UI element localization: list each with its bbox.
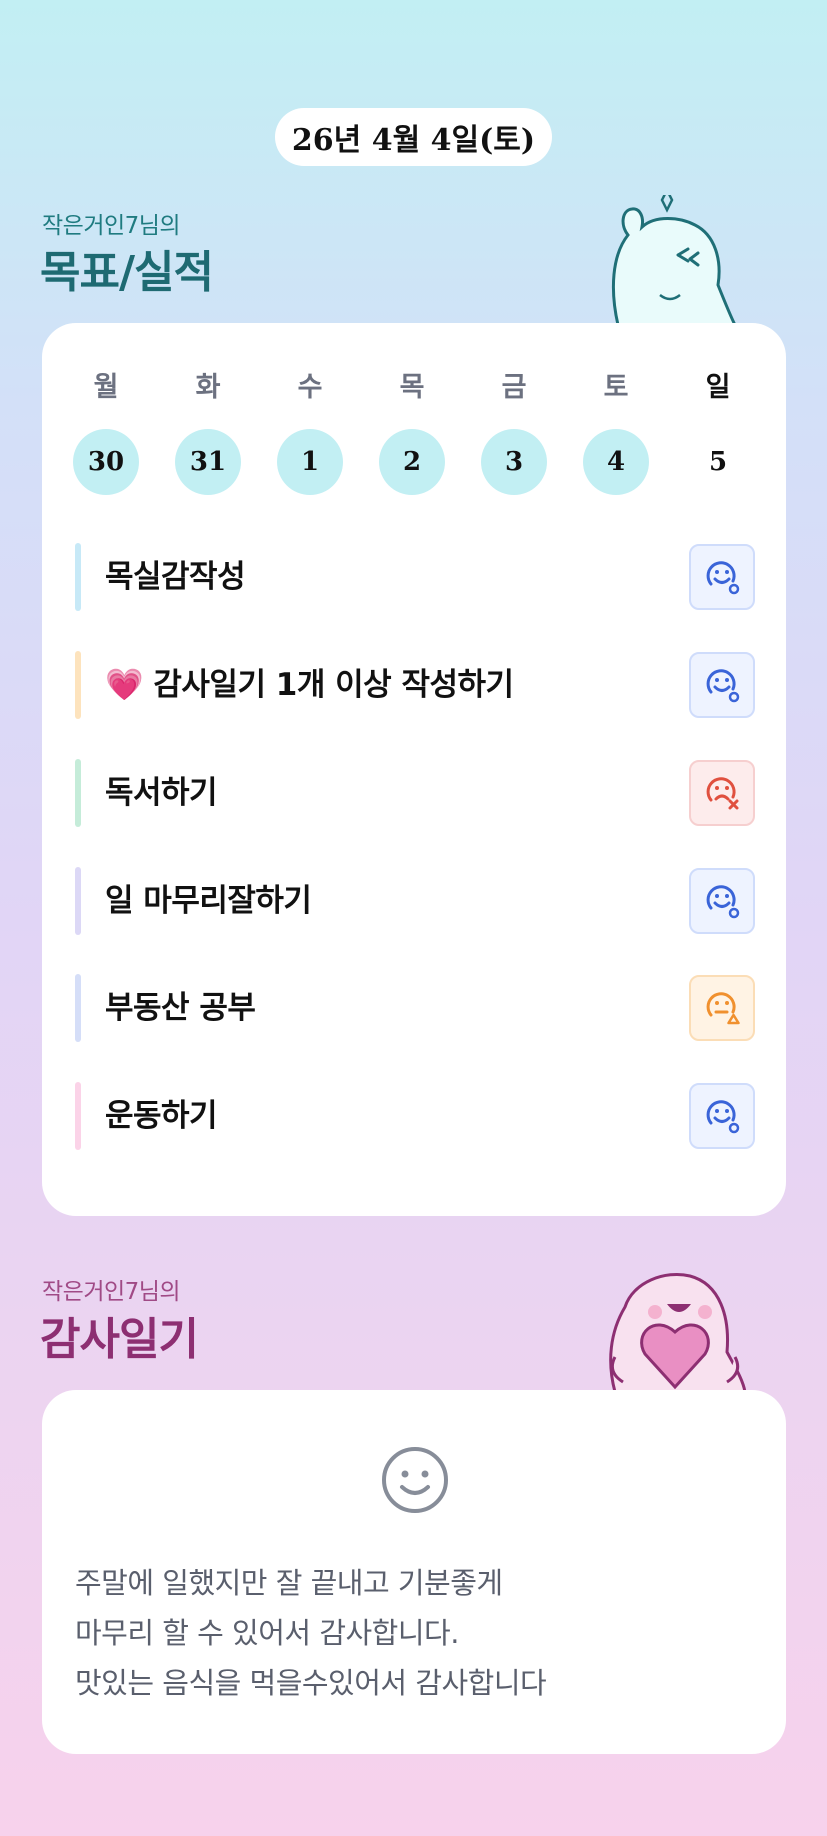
day-label: 목 [399, 372, 425, 403]
thanks-text: 주말에 일했지만 잘 끝내고 기분좋게 마무리 할 수 있어서 감사합니다. 맛… [75, 1558, 755, 1708]
mascot-blue-icon [611, 195, 737, 325]
goal-label: 운동하기 [105, 1098, 218, 1134]
day-number[interactable]: 4 [583, 429, 649, 495]
day-number[interactable]: 3 [481, 429, 547, 495]
day-number[interactable]: 2 [379, 429, 445, 495]
goal-color-bar [75, 651, 81, 719]
goal-row[interactable]: 일 마무리잘하기 [75, 867, 755, 935]
goal-label: 부동산 공부 [105, 990, 256, 1026]
goal-color-bar [75, 867, 81, 935]
goal-label: 독서하기 [105, 775, 218, 811]
goal-row[interactable]: 💗 감사일기 1개 이상 작성하기 [75, 651, 755, 719]
goal-row[interactable]: 목실감작성 [75, 543, 755, 611]
goal-color-bar [75, 974, 81, 1042]
smile-circle-icon[interactable] [689, 868, 755, 934]
meh-triangle-icon[interactable] [689, 975, 755, 1041]
day-label: 수 [297, 372, 323, 403]
goals-card: 월 30 화 31 수 1 목 2 금 3 토 4 일 5 목실감작성 💗 감사일기 1개 이상 작성하기독… [42, 323, 786, 1216]
day-label: 금 [501, 372, 527, 403]
date-pill[interactable]: 26년 4월 4일(토) [275, 108, 552, 166]
smile-circle-icon[interactable] [689, 1083, 755, 1149]
mascot-pink-icon [609, 1273, 747, 1392]
goal-color-bar [75, 1082, 81, 1150]
day-number[interactable]: 31 [175, 429, 241, 495]
goal-label: 💗 감사일기 1개 이상 작성하기 [105, 667, 514, 703]
smile-circle-icon[interactable] [689, 652, 755, 718]
goal-row[interactable]: 운동하기 [75, 1082, 755, 1150]
goal-row[interactable]: 독서하기 [75, 759, 755, 827]
goal-label: 일 마무리잘하기 [105, 883, 312, 919]
day-number[interactable]: 1 [277, 429, 343, 495]
thanks-title: 감사일기 [40, 1314, 199, 1365]
goal-color-bar [75, 543, 81, 611]
smile-circle-icon[interactable] [689, 544, 755, 610]
goals-subtitle: 작은거인7님의 [42, 213, 181, 239]
goal-label: 목실감작성 [105, 559, 246, 595]
thanks-line: 마무리 할 수 있어서 감사합니다. [75, 1616, 459, 1650]
day-number[interactable]: 30 [73, 429, 139, 495]
day-label: 월 [93, 372, 119, 403]
thanks-subtitle: 작은거인7님의 [42, 1279, 181, 1305]
thanks-line: 맛있는 음식을 먹을수있어서 감사합니다 [75, 1666, 547, 1700]
day-number[interactable]: 5 [685, 429, 751, 495]
goal-row[interactable]: 부동산 공부 [75, 974, 755, 1042]
goal-color-bar [75, 759, 81, 827]
day-label: 화 [195, 372, 221, 403]
smile-icon [382, 1447, 448, 1513]
day-label: 일 [705, 372, 731, 403]
thanks-card: 주말에 일했지만 잘 끝내고 기분좋게 마무리 할 수 있어서 감사합니다. 맛… [42, 1390, 786, 1754]
goals-title: 목표/실적 [40, 247, 214, 298]
frown-x-icon[interactable] [689, 760, 755, 826]
day-label: 토 [603, 372, 629, 403]
thanks-line: 주말에 일했지만 잘 끝내고 기분좋게 [75, 1566, 503, 1600]
